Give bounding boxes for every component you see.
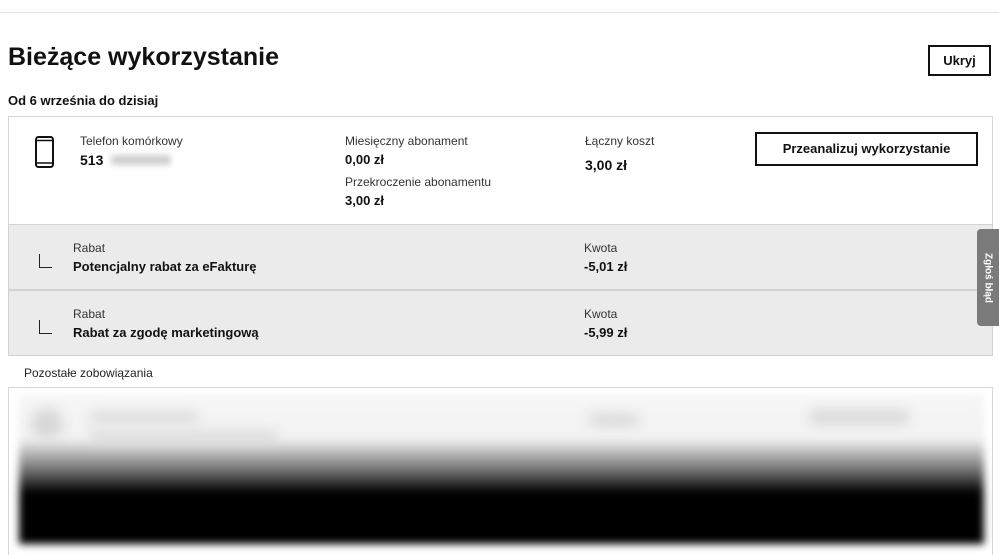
sub-item-corner-icon [39, 320, 52, 334]
discount-amount-label: Kwota [584, 307, 618, 321]
analyze-usage-button[interactable]: Przeanalizuj wykorzystanie [755, 132, 978, 166]
discount-name: Rabat za zgodę marketingową [73, 325, 259, 340]
redacted-text [589, 414, 639, 426]
hide-button[interactable]: Ukryj [928, 45, 991, 76]
discount-row: Rabat Rabat za zgodę marketingową Kwota … [8, 290, 993, 356]
mobile-phone-icon [35, 136, 54, 168]
report-error-label: Zgłoś błąd [982, 252, 994, 303]
device-type-label: Telefon komórkowy [80, 134, 183, 148]
phone-number-redacted [111, 155, 171, 165]
total-cost-value: 3,00 zł [585, 157, 628, 173]
report-error-tab[interactable]: Zgłoś błąd [977, 229, 999, 326]
other-obligations-panel [8, 388, 993, 555]
redacted-icon [31, 408, 63, 440]
redacted-text [89, 412, 199, 422]
phone-number: 513 [80, 152, 104, 168]
overage-label: Przekroczenie abonamentu [345, 175, 492, 189]
monthly-fee-label: Miesięczny abonament [345, 134, 468, 148]
period-label: Od 6 września do dzisiaj [8, 93, 159, 108]
discount-amount-label: Kwota [584, 241, 618, 255]
redacted-text [89, 432, 279, 442]
monthly-fee-value: 0,00 zł [345, 152, 385, 167]
other-obligations-label: Pozostałe zobowiązania [24, 366, 153, 380]
sub-item-corner-icon [39, 254, 52, 268]
total-cost-label: Łączny koszt [585, 134, 655, 148]
page-title: Bieżące wykorzystanie [8, 43, 279, 71]
redacted-text [809, 410, 909, 424]
discount-amount: -5,01 zł [584, 259, 628, 274]
discount-amount: -5,99 zł [584, 325, 628, 340]
overage-value: 3,00 zł [345, 193, 385, 208]
discount-row: Rabat Potencjalny rabat za eFakturę Kwot… [8, 224, 993, 290]
discount-type-label: Rabat [73, 241, 106, 255]
discount-name: Potencjalny rabat za eFakturę [73, 259, 257, 274]
usage-card: Telefon komórkowy 513 Miesięczny aboname… [8, 116, 993, 224]
discount-type-label: Rabat [73, 307, 106, 321]
top-divider [0, 12, 999, 13]
